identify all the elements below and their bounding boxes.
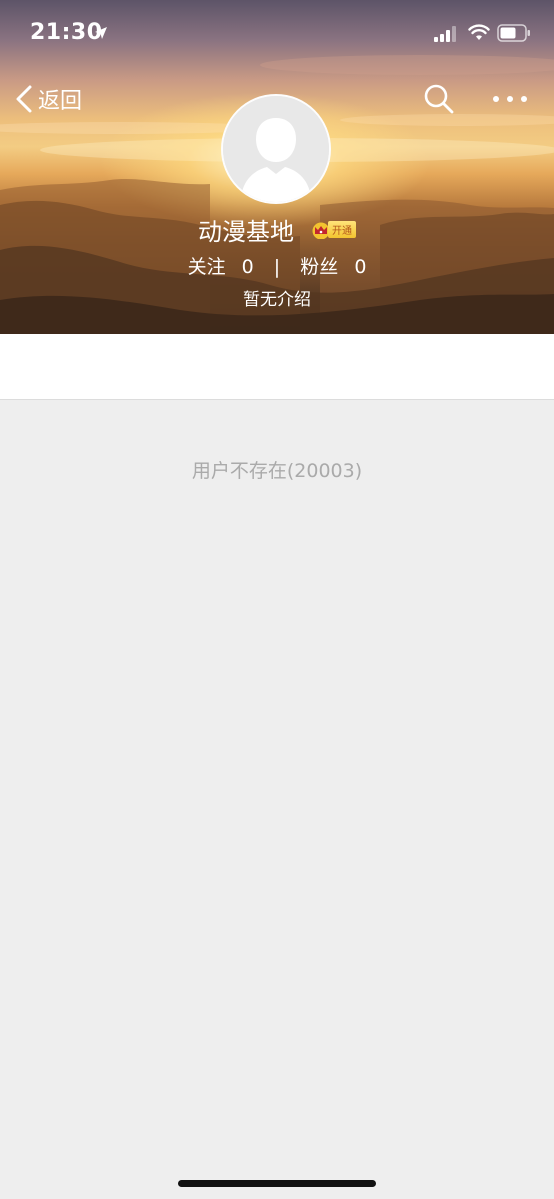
- tab-bar-area: [0, 334, 554, 400]
- following-label: 关注: [187, 256, 226, 278]
- location-arrow-icon: [95, 27, 107, 39]
- followers-label: 粉丝: [300, 256, 339, 278]
- wifi-icon: [468, 24, 490, 40]
- cellular-signal-icon: [434, 26, 456, 42]
- username-row: 动漫基地 开通: [0, 212, 554, 247]
- vip-open-badge[interactable]: 开通: [311, 221, 357, 239]
- avatar[interactable]: [221, 94, 331, 204]
- search-icon[interactable]: [422, 82, 456, 116]
- status-time: 21:30: [30, 20, 103, 45]
- back-label: 返回: [38, 89, 83, 114]
- more-options-icon[interactable]: [490, 88, 530, 110]
- home-indicator[interactable]: [178, 1180, 376, 1187]
- back-button[interactable]: 返回: [14, 82, 82, 116]
- username: 动漫基地: [197, 218, 294, 246]
- error-message: 用户不存在(20003): [191, 460, 363, 482]
- stats-divider: |: [273, 256, 281, 278]
- status-bar: 21:30: [0, 0, 554, 68]
- vip-label: 开通: [328, 221, 357, 238]
- battery-icon: [497, 24, 530, 42]
- followers-stat[interactable]: 粉丝 0: [300, 252, 366, 279]
- chevron-left-icon: [16, 85, 32, 113]
- stats-row: 关注 0 | 粉丝 0: [0, 252, 554, 279]
- profile-intro: 暂无介绍: [243, 290, 311, 310]
- followers-count: 0: [354, 256, 367, 278]
- default-avatar-icon: [223, 96, 329, 202]
- following-count: 0: [241, 256, 254, 278]
- following-stat[interactable]: 关注 0: [188, 252, 254, 279]
